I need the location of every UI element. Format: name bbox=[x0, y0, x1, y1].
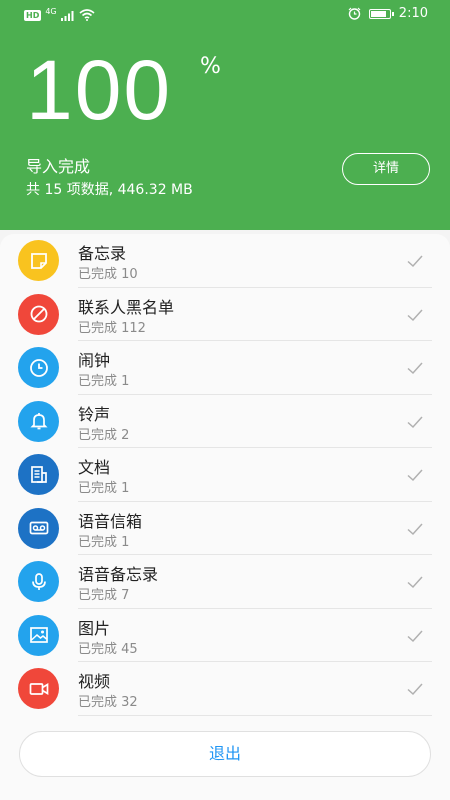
check-icon bbox=[407, 415, 423, 428]
list-item-voicemail[interactable]: 语音信箱 已完成 1 bbox=[0, 502, 450, 555]
result-card: 备忘录 已完成 10 联系人黑名单 已完成 112 闹钟 已完成 1 铃声 已完… bbox=[0, 234, 450, 800]
item-title: 视频 bbox=[78, 672, 111, 691]
item-title: 备忘录 bbox=[78, 244, 127, 263]
list-item-memo[interactable]: 备忘录 已完成 10 bbox=[0, 234, 450, 288]
list-item-blacklist[interactable]: 联系人黑名单 已完成 112 bbox=[0, 288, 450, 341]
check-icon bbox=[407, 255, 423, 268]
check-icon bbox=[407, 469, 423, 482]
status-bar: HD 4G 2:10 bbox=[0, 0, 450, 30]
item-status: 已完成 112 bbox=[78, 320, 146, 336]
exit-button[interactable]: 退出 bbox=[19, 731, 431, 777]
check-icon bbox=[407, 683, 423, 696]
video-icon bbox=[18, 668, 59, 709]
import-summary: 共 15 项数据, 446.32 MB bbox=[26, 182, 193, 198]
item-status: 已完成 10 bbox=[78, 267, 138, 282]
item-title: 语音备忘录 bbox=[78, 565, 159, 584]
list-item-alarm[interactable]: 闹钟 已完成 1 bbox=[0, 341, 450, 395]
block-icon bbox=[18, 293, 59, 335]
item-status: 已完成 1 bbox=[78, 481, 130, 496]
item-status: 已完成 2 bbox=[78, 427, 130, 443]
details-button[interactable]: 详情 bbox=[342, 153, 430, 185]
list-item-documents[interactable]: 文档 已完成 1 bbox=[0, 448, 450, 502]
battery-icon bbox=[368, 8, 394, 19]
import-status: 导入完成 bbox=[26, 157, 91, 176]
status-left: HD 4G bbox=[24, 8, 95, 22]
bell-icon bbox=[18, 400, 59, 442]
item-list: 备忘录 已完成 10 联系人黑名单 已完成 112 闹钟 已完成 1 铃声 已完… bbox=[0, 234, 450, 716]
check-icon bbox=[407, 308, 423, 321]
check-icon bbox=[407, 576, 423, 589]
item-status: 已完成 1 bbox=[78, 374, 130, 389]
percent-sign: % bbox=[200, 54, 221, 79]
wifi-icon bbox=[79, 9, 95, 21]
document-icon bbox=[18, 454, 59, 495]
header: HD 4G 2:10 100 % 导入完成 共 15 项数据, 446.32 M… bbox=[0, 0, 450, 230]
list-item-videos[interactable]: 视频 已完成 32 bbox=[0, 662, 450, 716]
item-status: 已完成 1 bbox=[78, 534, 130, 550]
item-title: 铃声 bbox=[78, 404, 111, 424]
network-type: 4G bbox=[45, 7, 57, 16]
divider bbox=[78, 714, 432, 716]
status-right: 2:10 bbox=[348, 6, 428, 21]
list-item-voice-memo[interactable]: 语音备忘录 已完成 7 bbox=[0, 555, 450, 609]
list-item-ringtone[interactable]: 铃声 已完成 2 bbox=[0, 395, 450, 448]
memo-icon bbox=[18, 240, 59, 281]
hd-badge: HD bbox=[24, 9, 42, 21]
clock-icon bbox=[18, 347, 59, 388]
item-title: 文档 bbox=[78, 458, 111, 477]
item-title: 图片 bbox=[78, 618, 111, 638]
item-status: 已完成 45 bbox=[78, 641, 138, 657]
item-title: 闹钟 bbox=[78, 351, 111, 370]
voicemail-icon bbox=[18, 507, 59, 549]
item-status: 已完成 7 bbox=[78, 588, 130, 603]
item-status: 已完成 32 bbox=[78, 695, 138, 710]
check-icon bbox=[407, 629, 423, 642]
alarm-icon bbox=[348, 7, 361, 20]
microphone-icon bbox=[18, 561, 59, 602]
list-item-images[interactable]: 图片 已完成 45 bbox=[0, 609, 450, 662]
progress-percent: 100 bbox=[26, 43, 173, 137]
check-icon bbox=[407, 522, 423, 535]
image-icon bbox=[18, 614, 59, 656]
check-icon bbox=[407, 362, 423, 375]
clock-time: 2:10 bbox=[398, 6, 428, 21]
signal-icon bbox=[60, 10, 74, 21]
item-title: 联系人黑名单 bbox=[78, 297, 175, 317]
item-title: 语音信箱 bbox=[78, 511, 143, 531]
battery-level bbox=[370, 10, 386, 17]
